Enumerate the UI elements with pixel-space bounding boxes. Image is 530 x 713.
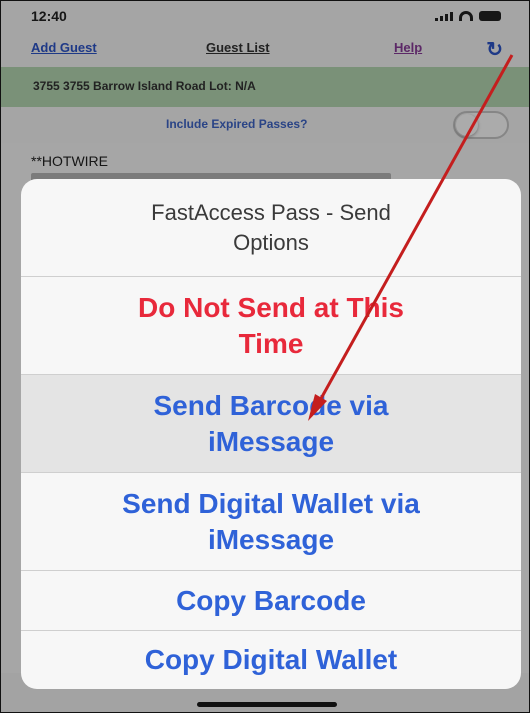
send-digital-wallet-imessage-label: Send Digital Wallet via iMessage	[122, 487, 420, 555]
do-not-send-button[interactable]: Do Not Send at This Time	[21, 277, 521, 375]
copy-barcode-label: Copy Barcode	[176, 584, 366, 616]
home-indicator	[197, 702, 337, 707]
copy-barcode-button[interactable]: Copy Barcode	[21, 571, 521, 631]
send-barcode-imessage-button[interactable]: Send Barcode via iMessage	[21, 375, 521, 473]
phone-screen: 12:40 Add Guest Guest List Help ↻ 3755 3…	[0, 0, 530, 713]
action-sheet-title: FastAccess Pass - Send Options	[151, 199, 391, 255]
copy-digital-wallet-button[interactable]: Copy Digital Wallet	[21, 631, 521, 689]
send-options-action-sheet: FastAccess Pass - Send Options Do Not Se…	[21, 179, 521, 689]
send-barcode-imessage-label: Send Barcode via iMessage	[153, 389, 389, 457]
send-digital-wallet-imessage-button[interactable]: Send Digital Wallet via iMessage	[21, 473, 521, 571]
action-sheet-header: FastAccess Pass - Send Options	[21, 179, 521, 277]
copy-digital-wallet-label: Copy Digital Wallet	[144, 644, 398, 675]
do-not-send-label: Do Not Send at This Time	[138, 291, 404, 359]
